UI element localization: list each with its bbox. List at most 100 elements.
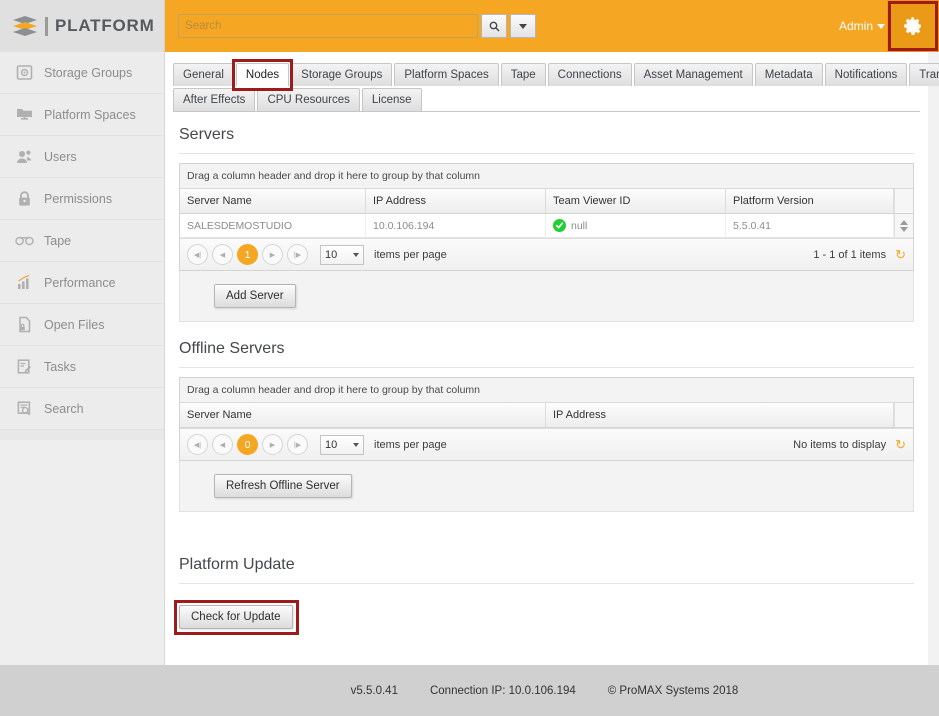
next-page-icon[interactable]: ▶ xyxy=(262,434,283,455)
sidebar-item-tape[interactable]: Tape xyxy=(0,220,164,262)
tab-nodes[interactable]: Nodes xyxy=(236,63,289,86)
column-header-ip-address[interactable]: IP Address xyxy=(366,189,546,213)
offline-servers-grid: Drag a column header and drop it here to… xyxy=(179,377,914,461)
settings-panel: General Nodes Storage Groups Platform Sp… xyxy=(165,52,928,665)
bar-chart-icon xyxy=(14,273,34,293)
tab-notifications[interactable]: Notifications xyxy=(825,63,908,86)
top-bar-right: Admin xyxy=(165,0,939,52)
sidebar-item-open-files[interactable]: Open Files xyxy=(0,304,164,346)
page-size-label: items per page xyxy=(374,439,447,451)
column-header-offline-ip-address[interactable]: IP Address xyxy=(546,403,894,427)
item-range-text: No items to display xyxy=(793,439,886,451)
tab-transcoding[interactable]: Transcoding xyxy=(909,63,939,86)
tab-connections[interactable]: Connections xyxy=(548,63,632,86)
tab-metadata[interactable]: Metadata xyxy=(755,63,823,86)
top-bar: PLATFORM Admin xyxy=(0,0,939,52)
tab-platform-spaces[interactable]: Platform Spaces xyxy=(394,63,498,86)
offline-grid-scroll-column xyxy=(894,403,913,427)
sidebar-item-performance[interactable]: Performance xyxy=(0,262,164,304)
last-page-icon[interactable]: |▶ xyxy=(287,244,308,265)
servers-grid-header: Server Name IP Address Team Viewer ID Pl… xyxy=(180,189,913,214)
search-icon[interactable] xyxy=(481,14,507,38)
column-header-team-viewer-id[interactable]: Team Viewer ID xyxy=(546,189,726,213)
sidebar-item-users[interactable]: Users xyxy=(0,136,164,178)
sidebar-item-label: Performance xyxy=(44,276,116,290)
table-row[interactable]: SALESDEMOSTUDIO 10.0.106.194 null 5.5.0.… xyxy=(180,214,913,238)
refresh-offline-server-button[interactable]: Refresh Offline Server xyxy=(214,474,352,498)
page-size-select[interactable]: 10 xyxy=(320,435,364,455)
tape-reel-icon xyxy=(14,231,34,251)
settings-button[interactable] xyxy=(887,0,939,52)
application-window: PLATFORM Admin xyxy=(0,0,939,716)
lock-icon xyxy=(14,189,34,209)
offline-servers-section-title: Offline Servers xyxy=(179,340,914,368)
servers-grid: Drag a column header and drop it here to… xyxy=(179,163,914,271)
first-page-icon[interactable]: ◀| xyxy=(187,244,208,265)
gear-icon xyxy=(903,16,923,36)
cell-team-viewer-id: null xyxy=(546,214,726,237)
sidebar-item-search[interactable]: Search xyxy=(0,388,164,430)
servers-action-bar: Add Server xyxy=(179,271,914,322)
tab-asset-management[interactable]: Asset Management xyxy=(634,63,753,86)
column-header-platform-version[interactable]: Platform Version xyxy=(726,189,894,213)
refresh-icon[interactable]: ↻ xyxy=(895,247,906,263)
tab-cpu-resources[interactable]: CPU Resources xyxy=(257,88,359,111)
sidebar-item-label: Permissions xyxy=(44,192,112,206)
content-area: General Nodes Storage Groups Platform Sp… xyxy=(165,52,939,665)
sidebar-item-permissions[interactable]: Permissions xyxy=(0,178,164,220)
sidebar: Storage Groups Platform Spaces xyxy=(0,52,165,665)
first-page-icon[interactable]: ◀| xyxy=(187,434,208,455)
grid-vertical-scrollbar[interactable] xyxy=(894,214,913,237)
panel-body: Servers Drag a column header and drop it… xyxy=(165,112,928,629)
next-page-icon[interactable]: ▶ xyxy=(262,244,283,265)
search-options-chevron-down-icon[interactable] xyxy=(510,14,536,38)
servers-section-title: Servers xyxy=(179,126,914,154)
document-search-icon xyxy=(14,399,34,419)
admin-label: Admin xyxy=(839,19,873,33)
clipboard-pencil-icon xyxy=(14,357,34,377)
add-server-button[interactable]: Add Server xyxy=(214,284,296,308)
cell-team-viewer-id-text: null xyxy=(571,220,587,232)
column-header-server-name[interactable]: Server Name xyxy=(180,189,366,213)
sidebar-item-storage-groups[interactable]: Storage Groups xyxy=(0,52,164,94)
current-page-indicator[interactable]: 0 xyxy=(237,434,258,455)
sidebar-filler xyxy=(0,430,164,440)
footer: v5.5.0.41 Connection IP: 10.0.106.194 © … xyxy=(0,665,939,716)
cell-ip-address: 10.0.106.194 xyxy=(366,214,546,237)
footer-connection-ip: Connection IP: 10.0.106.194 xyxy=(430,685,576,697)
offline-servers-group-drop-area[interactable]: Drag a column header and drop it here to… xyxy=(180,378,913,403)
tab-bar-secondary: After Effects CPU Resources License xyxy=(165,86,928,111)
column-header-offline-server-name[interactable]: Server Name xyxy=(180,403,546,427)
scroll-down-icon[interactable] xyxy=(900,227,908,232)
grid-scroll-column xyxy=(894,189,913,213)
tab-general[interactable]: General xyxy=(173,63,234,86)
chevron-down-icon xyxy=(877,24,885,29)
sidebar-item-tasks[interactable]: Tasks xyxy=(0,346,164,388)
tab-tape[interactable]: Tape xyxy=(501,63,546,86)
sidebar-item-label: Storage Groups xyxy=(44,66,132,80)
footer-copyright: © ProMAX Systems 2018 xyxy=(608,685,739,697)
sidebar-item-label: Tape xyxy=(44,234,71,248)
green-check-icon xyxy=(553,219,566,232)
scroll-up-icon[interactable] xyxy=(900,220,908,225)
tab-license[interactable]: License xyxy=(362,88,422,111)
prev-page-icon[interactable]: ◀ xyxy=(212,244,233,265)
users-icon xyxy=(14,147,34,167)
last-page-icon[interactable]: |▶ xyxy=(287,434,308,455)
prev-page-icon[interactable]: ◀ xyxy=(212,434,233,455)
sidebar-item-label: Tasks xyxy=(44,360,76,374)
refresh-icon[interactable]: ↻ xyxy=(895,437,906,453)
servers-group-drop-area[interactable]: Drag a column header and drop it here to… xyxy=(180,164,913,189)
page-size-select[interactable]: 10 xyxy=(320,245,364,265)
tab-storage-groups[interactable]: Storage Groups xyxy=(291,63,392,86)
tab-bar-primary: General Nodes Storage Groups Platform Sp… xyxy=(165,52,928,86)
brand-logo[interactable]: PLATFORM xyxy=(0,0,165,52)
search-input[interactable] xyxy=(178,14,478,38)
check-for-update-button[interactable]: Check for Update xyxy=(179,605,293,629)
chevron-down-icon xyxy=(353,443,359,447)
current-page-indicator[interactable]: 1 xyxy=(237,244,258,265)
tab-after-effects[interactable]: After Effects xyxy=(173,88,255,111)
sidebar-item-label: Platform Spaces xyxy=(44,108,136,122)
sidebar-item-platform-spaces[interactable]: Platform Spaces xyxy=(0,94,164,136)
admin-menu[interactable]: Admin xyxy=(839,0,885,52)
